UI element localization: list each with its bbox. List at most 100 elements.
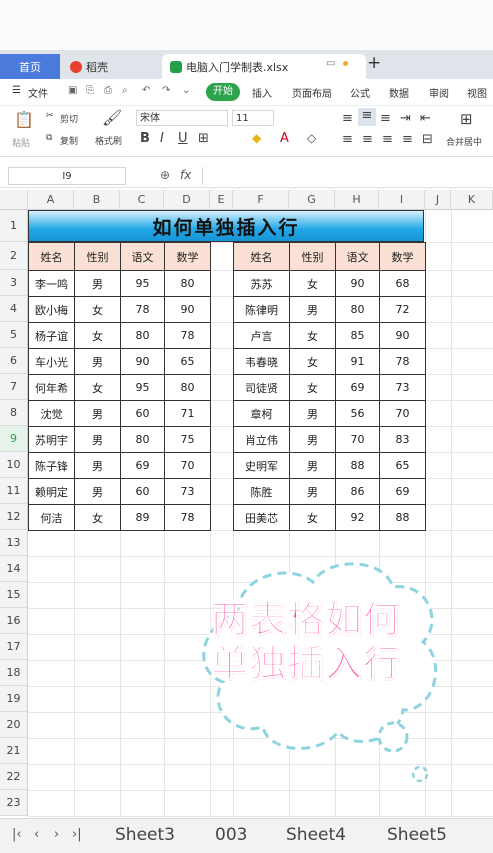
right-table-data-cell[interactable]: 章柯 xyxy=(233,400,290,427)
left-table-data-cell[interactable]: 95 xyxy=(120,270,165,297)
save-icon[interactable]: ▣ xyxy=(68,85,77,96)
undo-icon[interactable]: ↶ xyxy=(142,85,150,96)
left-table-data-cell[interactable]: 沈觉 xyxy=(28,400,75,427)
right-table-data-cell[interactable]: 女 xyxy=(289,270,336,297)
hamburger-icon[interactable]: ☰ xyxy=(12,85,21,96)
row-header-18[interactable]: 18 xyxy=(0,660,28,686)
right-table-data-cell[interactable]: 女 xyxy=(289,322,336,349)
left-table-data-cell[interactable]: 女 xyxy=(74,296,121,323)
column-header-g[interactable]: G xyxy=(289,190,335,210)
column-header-k[interactable]: K xyxy=(451,190,493,210)
left-table-data-cell[interactable]: 69 xyxy=(120,452,165,479)
tab-insert[interactable]: 插入 xyxy=(252,85,272,100)
left-table-data-cell[interactable]: 男 xyxy=(74,348,121,375)
left-table-data-cell[interactable]: 65 xyxy=(164,348,211,375)
row-header-8[interactable]: 8 xyxy=(0,400,28,426)
column-header-h[interactable]: H xyxy=(335,190,379,210)
row-header-21[interactable]: 21 xyxy=(0,738,28,764)
column-header-d[interactable]: D xyxy=(164,190,210,210)
left-table-data-cell[interactable]: 70 xyxy=(164,452,211,479)
right-table-data-cell[interactable]: 男 xyxy=(289,296,336,323)
format-painter-button[interactable]: 格式刷 xyxy=(95,134,122,147)
row-header-5[interactable]: 5 xyxy=(0,322,28,348)
select-all-corner[interactable] xyxy=(0,190,28,210)
left-table-data-cell[interactable]: 89 xyxy=(120,504,165,531)
right-table-data-cell[interactable]: 女 xyxy=(289,374,336,401)
left-table-data-cell[interactable]: 欧小梅 xyxy=(28,296,75,323)
export-icon[interactable]: ⎘ xyxy=(86,85,94,96)
left-table-data-cell[interactable]: 杨子谊 xyxy=(28,322,75,349)
clear-icon[interactable]: ◇ xyxy=(307,131,316,145)
column-header-c[interactable]: C xyxy=(120,190,164,210)
right-table-data-cell[interactable]: 92 xyxy=(335,504,380,531)
add-tab-button[interactable]: + xyxy=(367,53,381,73)
left-table-data-cell[interactable]: 80 xyxy=(120,322,165,349)
last-sheet-icon[interactable]: ›| xyxy=(72,827,82,842)
left-table-data-cell[interactable]: 何洁 xyxy=(28,504,75,531)
right-table-data-cell[interactable]: 女 xyxy=(289,504,336,531)
justify-icon[interactable]: ≡ xyxy=(402,132,413,147)
row-header-23[interactable]: 23 xyxy=(0,790,28,816)
tab-review[interactable]: 审阅 xyxy=(429,85,449,100)
row-header-9[interactable]: 9 xyxy=(0,426,28,452)
print-icon[interactable]: ⎙ xyxy=(104,85,112,96)
align-center-icon[interactable]: ≡ xyxy=(362,132,373,147)
left-table-data-cell[interactable]: 女 xyxy=(74,374,121,401)
sheet-tab-sheet3[interactable]: Sheet3 xyxy=(115,825,175,845)
align-right-icon[interactable]: ≡ xyxy=(382,132,393,147)
right-table-data-cell[interactable]: 史明军 xyxy=(233,452,290,479)
right-table-data-cell[interactable]: 90 xyxy=(335,270,380,297)
left-table-data-cell[interactable]: 苏明宇 xyxy=(28,426,75,453)
left-table-data-cell[interactable]: 71 xyxy=(164,400,211,427)
font-size-select[interactable]: 11 xyxy=(232,110,274,126)
left-table-data-cell[interactable]: 陈子锋 xyxy=(28,452,75,479)
italic-button[interactable]: I xyxy=(160,131,164,146)
right-table-data-cell[interactable]: 72 xyxy=(379,296,426,323)
right-table-data-cell[interactable]: 86 xyxy=(335,478,380,505)
indent-icon[interactable]: ⇥ xyxy=(400,111,411,126)
right-table-header-cell[interactable]: 数学 xyxy=(379,242,426,271)
right-table-data-cell[interactable]: 陈律明 xyxy=(233,296,290,323)
tab-page-layout[interactable]: 页面布局 xyxy=(292,85,332,100)
row-header-4[interactable]: 4 xyxy=(0,296,28,322)
left-table-data-cell[interactable]: 78 xyxy=(120,296,165,323)
right-table-data-cell[interactable]: 85 xyxy=(335,322,380,349)
right-table-header-cell[interactable]: 性别 xyxy=(289,242,336,271)
prev-sheet-icon[interactable]: ‹ xyxy=(34,827,39,842)
left-table-data-cell[interactable]: 90 xyxy=(164,296,211,323)
tab-daoke[interactable]: 稻壳 xyxy=(64,54,162,79)
left-table-header-cell[interactable]: 数学 xyxy=(164,242,211,271)
paste-icon[interactable]: 📋 xyxy=(14,110,34,129)
row-header-6[interactable]: 6 xyxy=(0,348,28,374)
cut-icon[interactable]: ✂ xyxy=(46,111,54,121)
outdent-icon[interactable]: ⇤ xyxy=(420,111,431,126)
left-table-data-cell[interactable]: 男 xyxy=(74,270,121,297)
left-table-header-cell[interactable]: 语文 xyxy=(120,242,165,271)
right-table-data-cell[interactable]: 69 xyxy=(335,374,380,401)
row-header-17[interactable]: 17 xyxy=(0,634,28,660)
right-table-header-cell[interactable]: 姓名 xyxy=(233,242,290,271)
row-header-13[interactable]: 13 xyxy=(0,530,28,556)
chevron-down-icon[interactable]: ⌄ xyxy=(182,85,190,96)
left-table-data-cell[interactable]: 李一鸣 xyxy=(28,270,75,297)
font-color-icon[interactable]: A xyxy=(280,131,289,146)
right-table-data-cell[interactable]: 苏苏 xyxy=(233,270,290,297)
left-table-data-cell[interactable]: 80 xyxy=(164,374,211,401)
right-table-data-cell[interactable]: 卢言 xyxy=(233,322,290,349)
column-header-j[interactable]: J xyxy=(425,190,451,210)
right-table-data-cell[interactable]: 男 xyxy=(289,426,336,453)
tab-formula[interactable]: 公式 xyxy=(350,85,370,100)
sheet-tab-sheet4[interactable]: Sheet4 xyxy=(286,825,346,845)
left-table-data-cell[interactable]: 60 xyxy=(120,478,165,505)
left-table-data-cell[interactable]: 男 xyxy=(74,400,121,427)
left-table-data-cell[interactable]: 男 xyxy=(74,426,121,453)
preview-icon[interactable]: ⌕ xyxy=(122,85,128,96)
paste-label[interactable]: 粘贴 xyxy=(12,136,30,149)
formula-input[interactable] xyxy=(202,167,493,185)
left-table-data-cell[interactable]: 60 xyxy=(120,400,165,427)
row-header-20[interactable]: 20 xyxy=(0,712,28,738)
row-header-15[interactable]: 15 xyxy=(0,582,28,608)
left-table-data-cell[interactable]: 何年希 xyxy=(28,374,75,401)
row-header-14[interactable]: 14 xyxy=(0,556,28,582)
align-left-icon[interactable]: ≡ xyxy=(342,132,353,147)
